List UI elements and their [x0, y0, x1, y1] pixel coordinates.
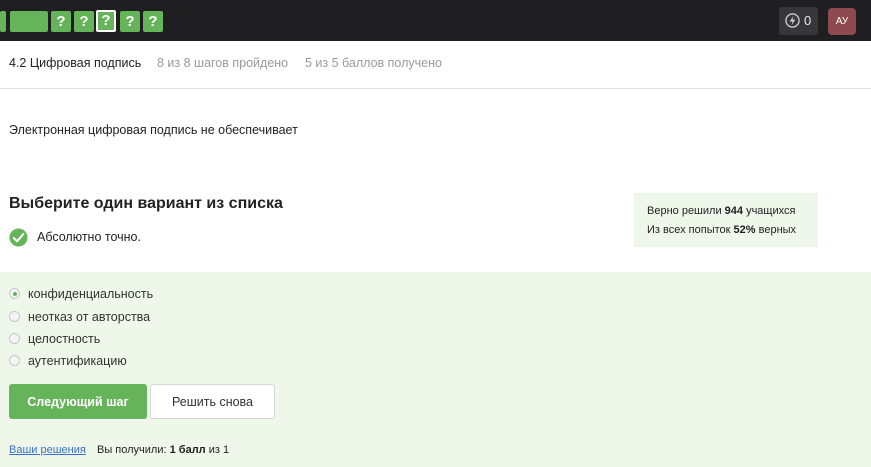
step-6-current[interactable]: ? — [96, 10, 116, 32]
step-2[interactable] — [10, 11, 30, 32]
next-step-button[interactable]: Следующий шаг — [9, 384, 147, 419]
stats-solved-suffix: учащихся — [746, 205, 796, 217]
energy-count: 0 — [804, 13, 812, 28]
step-4[interactable]: ? — [51, 11, 71, 32]
lesson-score: 5 из 5 баллов получено — [305, 56, 442, 70]
lesson-steps-progress: 8 из 8 шагов пройдено — [157, 56, 289, 70]
step-3[interactable] — [28, 11, 48, 32]
stats-attempts-suffix: верных — [758, 224, 797, 236]
step-8[interactable]: ? — [143, 11, 163, 32]
lesson-title[interactable]: 4.2 Цифровая подпись — [9, 56, 141, 70]
solve-again-button[interactable]: Решить снова — [150, 384, 275, 419]
solve-stats-panel: Верно решили 944 учащихся Из всех попыто… — [634, 193, 818, 247]
option-label: конфиденциальность — [28, 287, 154, 301]
top-navigation-bar: ? ? ? ? ? 0 АУ — [0, 0, 871, 41]
radio-button[interactable] — [9, 311, 20, 322]
lightning-icon — [785, 13, 800, 28]
energy-counter-button[interactable]: 0 — [779, 7, 818, 35]
step-5[interactable]: ? — [74, 11, 94, 32]
radio-button-selected[interactable] — [9, 288, 20, 299]
stats-attempts-percent: 52% — [733, 224, 756, 236]
stats-solved-count: 944 — [724, 205, 744, 217]
radio-button[interactable] — [9, 333, 20, 344]
step-7[interactable]: ? — [120, 11, 140, 32]
result-value: 1 балл — [169, 444, 206, 456]
lesson-header: 4.2 Цифровая подпись 8 из 8 шагов пройде… — [0, 41, 871, 89]
result-text: Вы получили: 1 балл из 1 — [97, 444, 229, 456]
question-text: Электронная цифровая подпись не обеспечи… — [9, 123, 298, 137]
step-1[interactable] — [0, 11, 6, 32]
answer-area — [0, 272, 871, 467]
option-label: целостность — [28, 332, 101, 346]
checkmark-icon — [9, 228, 28, 247]
stats-solved-line: Верно решили 944 учащихся — [647, 205, 795, 217]
stats-attempts-prefix: Из всех попыток — [647, 224, 731, 236]
select-instruction: Выберите один вариант из списка — [9, 195, 283, 212]
user-avatar[interactable]: АУ — [828, 8, 856, 35]
result-prefix: Вы получили: — [97, 444, 167, 456]
stats-attempts-line: Из всех попыток 52% верных — [647, 224, 796, 236]
option-label: аутентификацию — [28, 354, 127, 368]
radio-button[interactable] — [9, 355, 20, 366]
option-label: неотказ от авторства — [28, 310, 151, 324]
stats-solved-prefix: Верно решили — [647, 205, 722, 217]
your-solutions-link[interactable]: Ваши решения — [9, 444, 86, 456]
feedback-message: Абсолютно точно. — [37, 230, 141, 244]
result-suffix: из 1 — [208, 444, 230, 456]
